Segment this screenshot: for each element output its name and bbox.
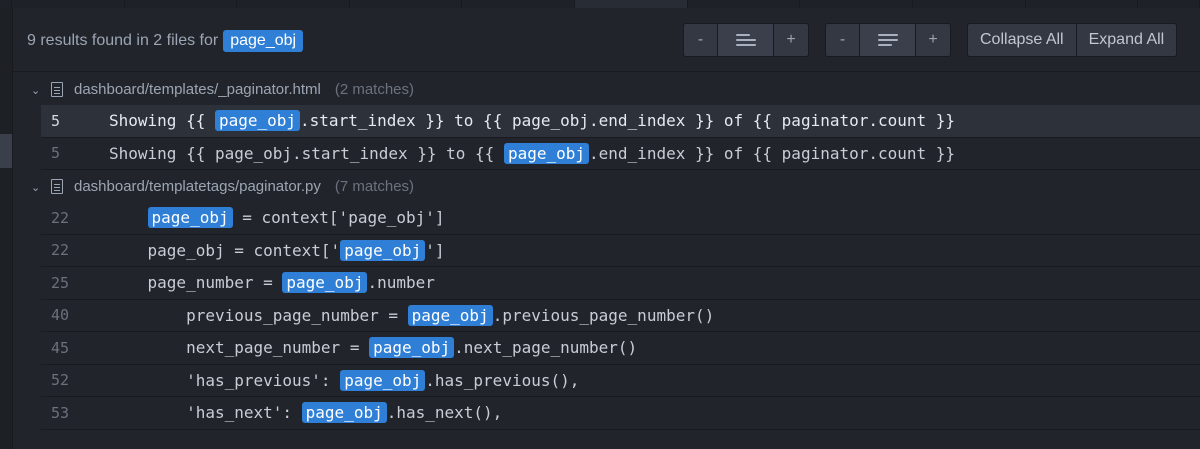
decrease-context-before-button[interactable]: - — [684, 24, 718, 56]
file-path: dashboard/templatetags/paginator.py — [74, 177, 321, 195]
tab[interactable] — [1025, 0, 1139, 8]
file-header[interactable]: ⌄ dashboard/templatetags/paginator.py (7… — [13, 170, 1200, 202]
match-highlight: page_obj — [301, 402, 387, 424]
match-code: page_obj = context['page_obj'] — [109, 207, 445, 229]
collapse-all-button[interactable]: Collapse All — [968, 24, 1077, 56]
increase-context-after-button[interactable]: + — [916, 24, 950, 56]
file-icon — [51, 178, 63, 194]
match-code: previous_page_number = page_obj .previous… — [109, 304, 715, 326]
tab[interactable] — [800, 0, 913, 8]
tab-strip — [0, 0, 1200, 8]
increase-context-before-button[interactable]: + — [774, 24, 808, 56]
tab[interactable] — [11, 0, 125, 8]
tab[interactable] — [0, 0, 12, 8]
file-icon — [51, 81, 63, 97]
tab[interactable] — [462, 0, 576, 8]
expand-all-button[interactable]: Expand All — [1076, 24, 1177, 56]
context-lines-after-group: - + — [825, 23, 951, 57]
chevron-down-icon[interactable]: ⌄ — [31, 181, 41, 194]
line-number: 5 — [51, 111, 61, 130]
match-highlight: page_obj — [340, 239, 426, 261]
match-highlight: page_obj — [214, 110, 301, 132]
tab[interactable] — [349, 0, 463, 8]
match-code: 'has_previous': page_obj .has_previous(), — [109, 369, 580, 391]
match-code: next_page_number = page_obj .next_page_nu… — [109, 337, 638, 359]
find-results-panel: 9 results found in 2 files for page_obj … — [12, 8, 1200, 449]
line-number: 22 — [51, 241, 70, 260]
match-row[interactable]: 5 Showing {{ page_obj.start_index }} to … — [41, 138, 1200, 170]
line-number: 40 — [51, 306, 70, 325]
tab[interactable] — [124, 0, 238, 8]
match-row[interactable]: 52 'has_previous': page_obj .has_previous… — [41, 365, 1200, 397]
results-summary-text: 9 results found in 2 files for — [27, 32, 219, 49]
chevron-down-icon[interactable]: ⌄ — [31, 84, 41, 97]
match-highlight: page_obj — [340, 369, 426, 391]
context-before-icon[interactable] — [718, 24, 774, 56]
tab-active[interactable] — [575, 0, 688, 8]
results-header: 9 results found in 2 files for page_obj … — [13, 8, 1200, 72]
match-row[interactable]: 25 page_number = page_obj .number — [41, 267, 1200, 300]
match-code: page_obj = context['page_obj'] — [109, 239, 445, 261]
match-count: (7 matches) — [334, 177, 415, 195]
left-gutter — [0, 8, 12, 449]
match-code: 'has_next': page_obj .has_next(), — [109, 402, 503, 424]
search-query-badge: page_obj — [223, 30, 304, 52]
line-number: 52 — [51, 371, 70, 390]
match-row[interactable]: 45 next_page_number = page_obj .next_page… — [41, 332, 1200, 365]
line-number: 22 — [51, 208, 70, 227]
match-count: (2 matches) — [334, 80, 415, 98]
line-number: 5 — [51, 144, 61, 163]
line-number: 53 — [51, 403, 70, 422]
match-highlight: page_obj — [369, 337, 455, 359]
match-code: Showing {{ page_obj.start_index }} to {{… — [109, 142, 956, 164]
tab[interactable] — [687, 0, 801, 8]
match-code: page_number = page_obj .number — [109, 272, 435, 294]
results-summary: 9 results found in 2 files for page_obj — [27, 30, 304, 52]
results-list: ⌄ dashboard/templates/_paginator.html (2… — [13, 73, 1200, 430]
tab[interactable] — [237, 0, 350, 8]
match-code: Showing {{ page_obj.start_index }} to {{… — [109, 110, 956, 132]
tab[interactable] — [1138, 0, 1200, 8]
collapse-expand-group: Collapse All Expand All — [967, 23, 1178, 57]
gutter-indicator — [0, 134, 12, 168]
tab[interactable] — [912, 0, 1026, 8]
match-row[interactable]: 5 Showing {{ page_obj.start_index }} to … — [41, 105, 1200, 138]
match-row[interactable]: 53 'has_next': page_obj .has_next(), — [41, 397, 1200, 430]
match-highlight: page_obj — [147, 207, 233, 229]
match-highlight: page_obj — [407, 304, 493, 326]
match-highlight: page_obj — [503, 142, 590, 164]
line-number: 45 — [51, 338, 70, 357]
context-lines-before-group: - + — [683, 23, 809, 57]
match-row[interactable]: 40 previous_page_number = page_obj .previ… — [41, 300, 1200, 332]
match-row[interactable]: 22 page_obj = context['page_obj'] — [41, 235, 1200, 267]
context-after-icon[interactable] — [860, 24, 916, 56]
file-header[interactable]: ⌄ dashboard/templates/_paginator.html (2… — [13, 73, 1200, 105]
match-row[interactable]: 22 page_obj = context['page_obj'] — [41, 202, 1200, 235]
match-highlight: page_obj — [282, 272, 368, 294]
decrease-context-after-button[interactable]: - — [826, 24, 860, 56]
line-number: 25 — [51, 273, 70, 292]
file-path: dashboard/templates/_paginator.html — [74, 80, 321, 98]
